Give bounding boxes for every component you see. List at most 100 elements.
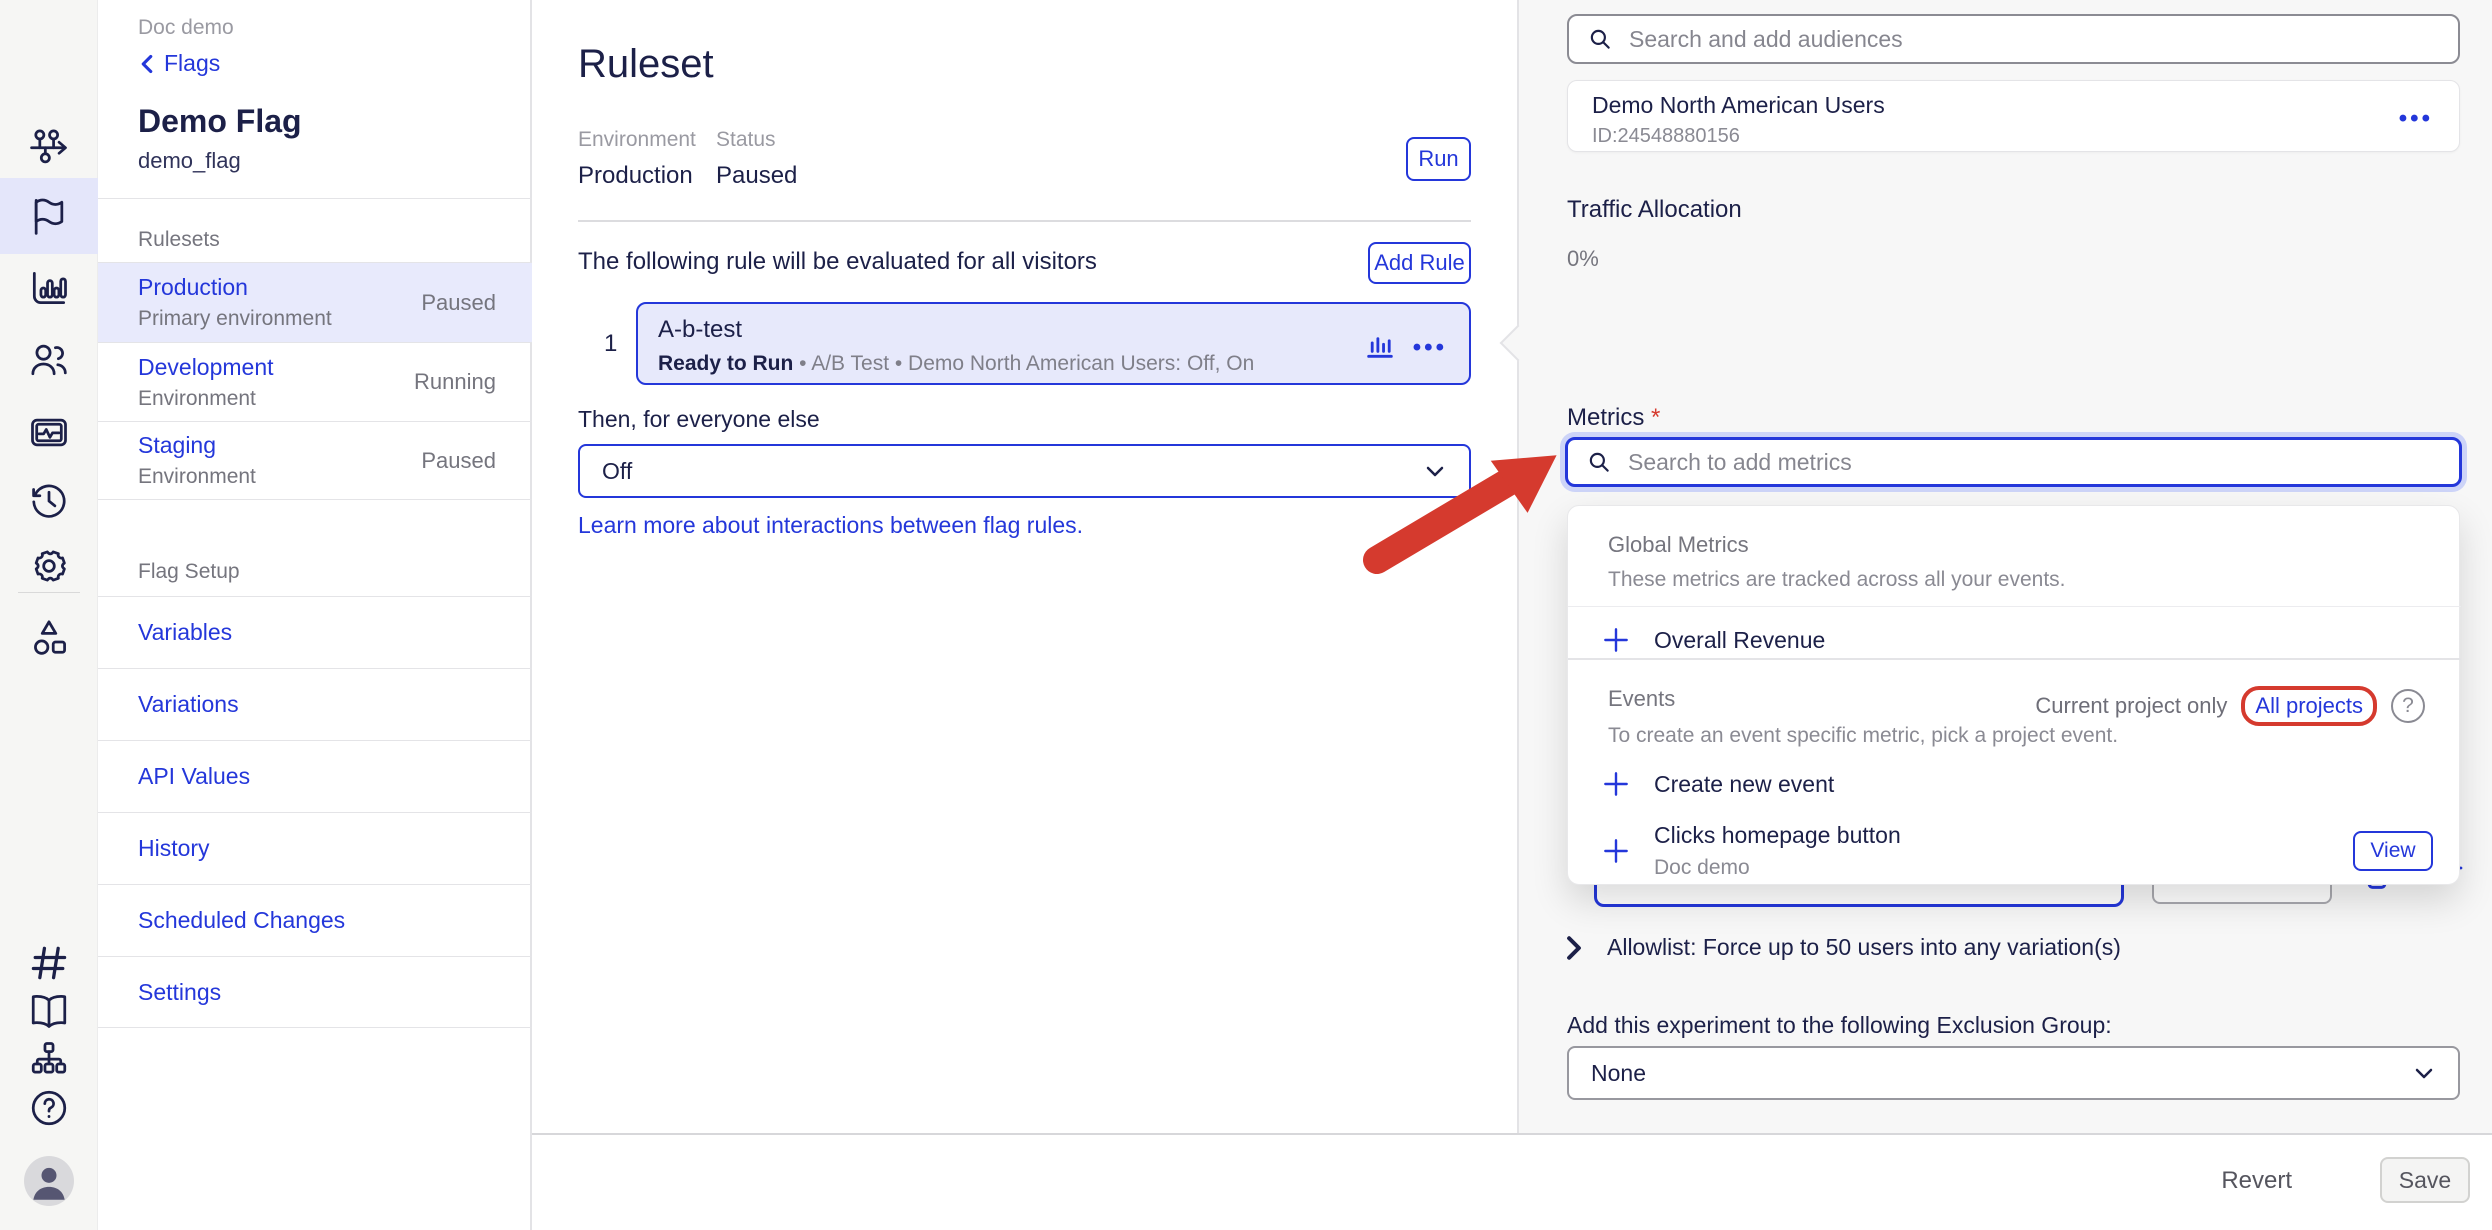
- sidebar-item-settings[interactable]: Settings: [98, 956, 532, 1028]
- create-new-event-option[interactable]: Create new event: [1600, 768, 1834, 800]
- rule-meta-text: • A/B Test • Demo North American Users: …: [793, 352, 1254, 375]
- ruleset-row-development[interactable]: Development Environment Running: [98, 342, 532, 421]
- plus-icon: [1600, 768, 1632, 800]
- metrics-label: Metrics *: [1567, 404, 1660, 432]
- metrics-search-input[interactable]: [1628, 449, 2441, 476]
- sidebar-item-label: History: [138, 835, 210, 862]
- current-project-only-toggle[interactable]: Current project only: [2035, 693, 2227, 719]
- all-projects-toggle[interactable]: All projects: [2255, 693, 2363, 718]
- sidebar-item-variables[interactable]: Variables: [98, 596, 532, 668]
- chevron-down-icon: [1423, 459, 1447, 483]
- rule-results-icon[interactable]: [1363, 328, 1397, 367]
- audience-more-menu-icon[interactable]: •••: [2399, 105, 2433, 133]
- dashboard-icon[interactable]: [0, 394, 98, 470]
- ruleset-desc: Primary environment: [138, 307, 332, 331]
- traffic-allocation-label: Traffic Allocation: [1567, 196, 1742, 224]
- flag-key: demo_flag: [138, 148, 530, 174]
- ruleset-row-production[interactable]: Production Primary environment Paused: [98, 262, 532, 342]
- traffic-min-label: 0%: [1567, 246, 1599, 272]
- event-name: Clicks homepage button: [1654, 822, 1901, 849]
- app-root: Doc demo Flags Demo Flag demo_flag Rules…: [0, 0, 2492, 1230]
- rule-name: A-b-test: [658, 316, 1449, 344]
- save-button[interactable]: Save: [2380, 1157, 2470, 1203]
- audience-card: Demo North American Users ID:24548880156…: [1567, 80, 2460, 152]
- exclusion-group-value: None: [1591, 1060, 1646, 1087]
- add-rule-button[interactable]: Add Rule: [1368, 242, 1471, 284]
- page-title: Ruleset: [578, 42, 714, 87]
- plus-icon: [1600, 835, 1632, 867]
- rule-index: 1: [604, 330, 617, 358]
- rail-divider: [18, 592, 80, 593]
- rule-more-menu-icon[interactable]: •••: [1413, 334, 1447, 362]
- sidebar-item-scheduled-changes[interactable]: Scheduled Changes: [98, 884, 532, 956]
- help-icon[interactable]: [0, 1070, 98, 1146]
- flag-icon[interactable]: [0, 178, 98, 254]
- view-event-button[interactable]: View: [2353, 831, 2433, 871]
- history-icon[interactable]: [0, 462, 98, 538]
- flag-title: Demo Flag: [138, 103, 530, 140]
- metrics-search[interactable]: [1565, 437, 2462, 487]
- divider: [578, 220, 1471, 222]
- required-asterisk: *: [1651, 404, 1660, 431]
- results-icon[interactable]: [0, 250, 98, 326]
- exclusion-group-select[interactable]: None: [1567, 1046, 2460, 1100]
- global-metrics-desc: These metrics are tracked across all you…: [1608, 568, 2066, 592]
- sidebar-item-label: Settings: [138, 979, 221, 1006]
- rule-card[interactable]: A-b-test Ready to Run • A/B Test • Demo …: [636, 302, 1471, 385]
- main-content: Ruleset Environment Production Status Pa…: [532, 0, 1517, 1133]
- status-value: Paused: [716, 162, 797, 190]
- sidebar-item-history[interactable]: History: [98, 812, 532, 884]
- divider: [1568, 606, 2461, 607]
- everyone-else-select[interactable]: Off: [578, 444, 1471, 498]
- sidebar-item-label: Variations: [138, 691, 239, 718]
- chevron-right-icon: [1563, 935, 1585, 961]
- icon-rail: [0, 0, 98, 1230]
- overall-revenue-label: Overall Revenue: [1654, 627, 1825, 654]
- footer-bar: Revert Save: [532, 1133, 2492, 1230]
- user-avatar[interactable]: [24, 1156, 74, 1206]
- ruleset-name: Production: [138, 274, 332, 301]
- search-icon: [1586, 449, 1612, 475]
- allowlist-expander[interactable]: Allowlist: Force up to 50 users into any…: [1563, 934, 2121, 961]
- chevron-down-icon: [2412, 1061, 2436, 1085]
- flag-setup-label: Flag Setup: [138, 560, 240, 584]
- status-label: Status: [716, 128, 797, 152]
- search-icon: [1587, 26, 1613, 52]
- learn-more-link[interactable]: Learn more about interactions between fl…: [578, 512, 1083, 539]
- divider: [1568, 658, 2461, 660]
- rule-section-heading: The following rule will be evaluated for…: [578, 248, 1097, 276]
- audience-search[interactable]: [1567, 14, 2460, 64]
- ruleset-status: Running: [414, 369, 496, 395]
- global-metrics-title: Global Metrics: [1608, 532, 1749, 558]
- red-annotation-oval: All projects: [2241, 686, 2377, 726]
- events-title: Events: [1608, 686, 1675, 712]
- event-option-clicks-homepage[interactable]: Clicks homepage button Doc demo: [1600, 822, 1901, 880]
- back-to-flags-link[interactable]: Flags: [138, 50, 530, 77]
- everyone-else-label: Then, for everyone else: [578, 406, 820, 433]
- rule-status: Ready to Run: [658, 352, 793, 375]
- flag-sidebar: Doc demo Flags Demo Flag demo_flag Rules…: [98, 0, 532, 1230]
- audience-id: ID:24548880156: [1592, 125, 2435, 148]
- rule-detail-panel: Demo North American Users ID:24548880156…: [1517, 0, 2492, 1133]
- shapes-icon[interactable]: [0, 600, 98, 676]
- audience-search-input[interactable]: [1629, 26, 2440, 53]
- flow-icon[interactable]: [0, 107, 98, 183]
- events-desc: To create an event specific metric, pick…: [1608, 724, 2118, 748]
- sidebar-item-label: Scheduled Changes: [138, 907, 345, 934]
- sidebar-item-variations[interactable]: Variations: [98, 668, 532, 740]
- ruleset-name: Development: [138, 354, 274, 381]
- run-button[interactable]: Run: [1406, 137, 1471, 181]
- project-name: Doc demo: [138, 16, 530, 40]
- back-link-label: Flags: [164, 50, 220, 77]
- audience-name: Demo North American Users: [1592, 92, 2435, 119]
- ruleset-desc: Environment: [138, 387, 274, 411]
- environment-block: Environment Production: [578, 128, 696, 190]
- rule-meta: Ready to Run • A/B Test • Demo North Ame…: [658, 352, 1449, 376]
- audiences-icon[interactable]: [0, 322, 98, 398]
- revert-button[interactable]: Revert: [2221, 1167, 2292, 1195]
- plus-icon: [1600, 624, 1632, 656]
- sidebar-item-api-values[interactable]: API Values: [98, 740, 532, 812]
- overall-revenue-option[interactable]: Overall Revenue: [1600, 624, 1825, 656]
- help-icon[interactable]: ?: [2391, 689, 2425, 723]
- ruleset-row-staging[interactable]: Staging Environment Paused: [98, 421, 532, 500]
